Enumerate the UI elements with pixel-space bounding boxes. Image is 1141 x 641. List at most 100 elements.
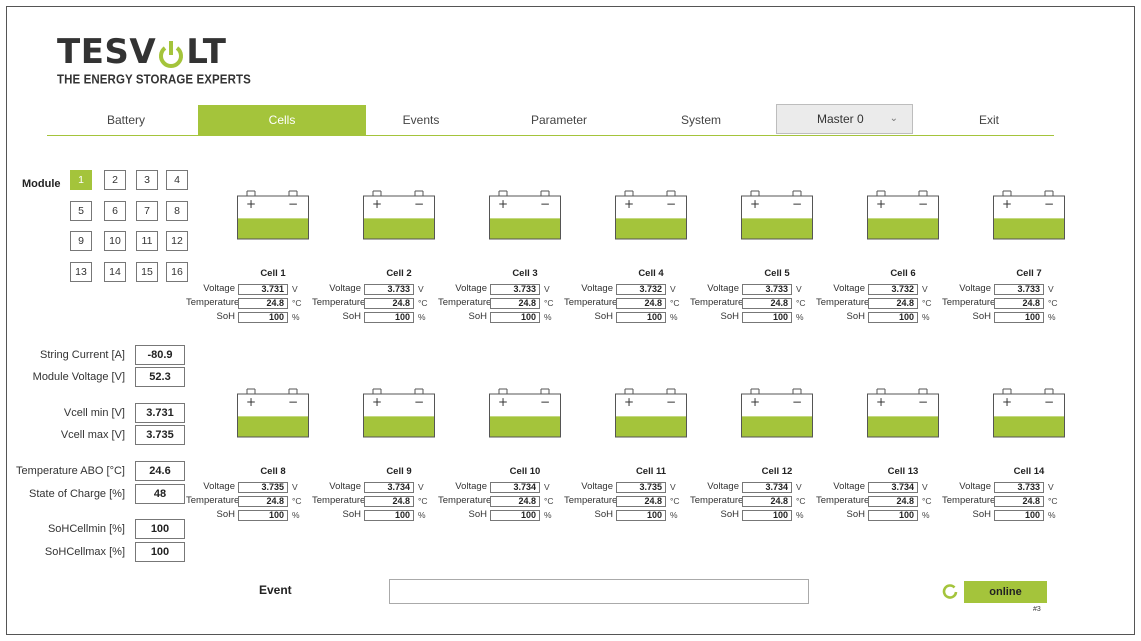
svg-text:+: + bbox=[246, 197, 256, 211]
module-button-8[interactable]: 8 bbox=[166, 201, 188, 221]
cell-temperature-label: Temperature bbox=[438, 297, 492, 308]
cell-soh-value: 100 bbox=[364, 312, 414, 323]
battery-icon: + − bbox=[615, 388, 687, 438]
cell-temperature-unit: °C bbox=[292, 496, 302, 506]
cell-voltage-value: 3.734 bbox=[364, 482, 414, 493]
refresh-icon bbox=[942, 584, 958, 599]
module-button-5[interactable]: 5 bbox=[70, 201, 92, 221]
cell-soh-label: SoH bbox=[846, 509, 865, 520]
master-select[interactable]: Master 0 ⌄ bbox=[776, 104, 913, 134]
cell-temperature-value: 24.8 bbox=[238, 298, 288, 309]
cell-soh-unit: % bbox=[418, 312, 426, 322]
stat-label: String Current [A] bbox=[40, 349, 125, 361]
stat-value: -80.9 bbox=[135, 345, 185, 365]
module-button-10[interactable]: 10 bbox=[104, 231, 126, 251]
module-button-3[interactable]: 3 bbox=[136, 170, 158, 190]
svg-text:+: + bbox=[750, 197, 760, 211]
cell-temperature-label: Temperature bbox=[816, 495, 870, 506]
cell-soh-label: SoH bbox=[594, 311, 613, 322]
cell-voltage-value: 3.732 bbox=[616, 284, 666, 295]
cell-temperature-unit: °C bbox=[670, 496, 680, 506]
svg-text:−: − bbox=[414, 197, 424, 211]
cell-voltage-value: 3.733 bbox=[994, 284, 1044, 295]
module-button-12[interactable]: 12 bbox=[166, 231, 188, 251]
stat-label: SoHCellmin [%] bbox=[47, 523, 125, 535]
cell-temperature-unit: °C bbox=[418, 496, 428, 506]
cell-temperature-label: Temperature bbox=[312, 297, 366, 308]
exit-button[interactable]: Exit bbox=[934, 105, 1044, 135]
stat-label: SoHCellmax [%] bbox=[44, 546, 125, 558]
cell-temperature-value: 24.8 bbox=[364, 298, 414, 309]
cell-voltage-label: Voltage bbox=[455, 481, 487, 492]
tab-battery[interactable]: Battery bbox=[54, 105, 198, 135]
cell-voltage-value: 3.734 bbox=[868, 482, 918, 493]
cell-voltage-label: Voltage bbox=[959, 283, 991, 294]
battery-icon: + − bbox=[237, 190, 309, 240]
cell-temperature-label: Temperature bbox=[438, 495, 492, 506]
tab-parameter[interactable]: Parameter bbox=[504, 105, 614, 135]
battery-icon: + − bbox=[741, 388, 813, 438]
tesvolt-logo: TESV LT THE ENERGY STORAGE EXPERTS bbox=[57, 32, 251, 87]
cell-voltage-label: Voltage bbox=[581, 481, 613, 492]
tab-events[interactable]: Events bbox=[366, 105, 476, 135]
cell-voltage-unit: V bbox=[922, 482, 928, 492]
battery-icon: + − bbox=[615, 190, 687, 240]
event-field[interactable] bbox=[389, 579, 809, 604]
cell-voltage-unit: V bbox=[670, 284, 676, 294]
cell-title: Cell 9 bbox=[386, 466, 412, 477]
logo-word-right: LT bbox=[186, 32, 227, 72]
cell-soh-label: SoH bbox=[720, 311, 739, 322]
module-button-9[interactable]: 9 bbox=[70, 231, 92, 251]
module-button-13[interactable]: 13 bbox=[70, 262, 92, 282]
cell-soh-value: 100 bbox=[364, 510, 414, 521]
cell-soh-unit: % bbox=[1048, 312, 1056, 322]
svg-text:−: − bbox=[792, 395, 802, 409]
online-status-button[interactable]: online bbox=[964, 581, 1047, 603]
module-label: Module bbox=[22, 178, 61, 190]
tab-system[interactable]: System bbox=[646, 105, 756, 135]
cell-temperature-label: Temperature bbox=[816, 297, 870, 308]
module-button-11[interactable]: 11 bbox=[136, 231, 158, 251]
cell-title: Cell 12 bbox=[761, 466, 793, 477]
cell-temperature-unit: °C bbox=[1048, 298, 1058, 308]
cell-temperature-label: Temperature bbox=[942, 495, 996, 506]
battery-icon: + − bbox=[237, 388, 309, 438]
cell-temperature-value: 24.8 bbox=[364, 496, 414, 507]
battery-icon: + − bbox=[993, 190, 1065, 240]
cell-soh-label: SoH bbox=[216, 311, 235, 322]
cell-temperature-value: 24.8 bbox=[994, 496, 1044, 507]
module-button-16[interactable]: 16 bbox=[166, 262, 188, 282]
tab-cells[interactable]: Cells bbox=[198, 105, 366, 135]
cell-title: Cell 1 bbox=[260, 268, 286, 279]
module-button-7[interactable]: 7 bbox=[136, 201, 158, 221]
module-button-4[interactable]: 4 bbox=[166, 170, 188, 190]
chevron-down-icon: ⌄ bbox=[889, 113, 898, 124]
svg-text:−: − bbox=[540, 197, 550, 211]
cell-temperature-value: 24.8 bbox=[742, 298, 792, 309]
cell-voltage-label: Voltage bbox=[707, 283, 739, 294]
cell-voltage-unit: V bbox=[1048, 482, 1054, 492]
cell-soh-unit: % bbox=[544, 510, 552, 520]
cell-voltage-label: Voltage bbox=[959, 481, 991, 492]
battery-icon: + − bbox=[489, 388, 561, 438]
cell-soh-unit: % bbox=[922, 312, 930, 322]
module-button-1[interactable]: 1 bbox=[70, 170, 92, 190]
module-button-14[interactable]: 14 bbox=[104, 262, 126, 282]
cell-voltage-value: 3.733 bbox=[994, 482, 1044, 493]
cell-soh-value: 100 bbox=[868, 510, 918, 521]
module-button-2[interactable]: 2 bbox=[104, 170, 126, 190]
cell-soh-unit: % bbox=[292, 510, 300, 520]
svg-text:−: − bbox=[666, 197, 676, 211]
cell-title: Cell 5 bbox=[764, 268, 790, 279]
cell-temperature-label: Temperature bbox=[690, 297, 744, 308]
stat-value: 100 bbox=[135, 542, 185, 562]
cell-soh-unit: % bbox=[670, 312, 678, 322]
module-button-15[interactable]: 15 bbox=[136, 262, 158, 282]
cell-voltage-unit: V bbox=[1048, 284, 1054, 294]
cell-soh-value: 100 bbox=[490, 312, 540, 323]
svg-text:−: − bbox=[540, 395, 550, 409]
module-button-6[interactable]: 6 bbox=[104, 201, 126, 221]
svg-text:−: − bbox=[1044, 197, 1054, 211]
svg-text:+: + bbox=[750, 395, 760, 409]
cell-temperature-unit: °C bbox=[922, 496, 932, 506]
